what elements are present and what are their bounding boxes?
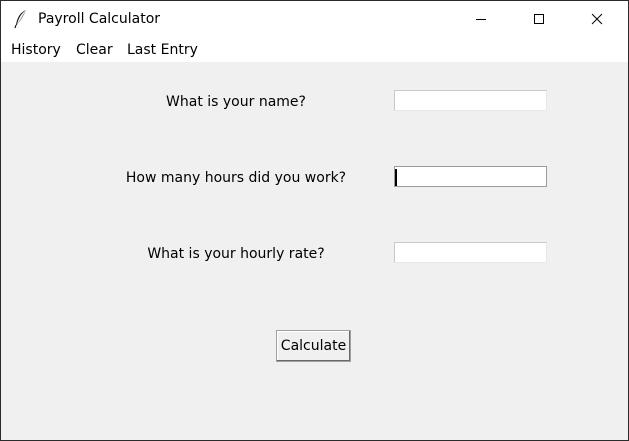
feather-icon <box>14 9 28 29</box>
menu-bar: History Clear Last Entry <box>1 37 628 62</box>
rate-label: What is your hourly rate? <box>147 246 325 262</box>
calculate-button[interactable]: Calculate <box>276 330 351 362</box>
close-icon <box>591 13 603 25</box>
title-bar[interactable]: Payroll Calculator <box>1 1 628 37</box>
text-cursor <box>395 169 397 186</box>
maximize-button[interactable] <box>516 1 562 37</box>
maximize-icon <box>534 14 544 24</box>
window-title: Payroll Calculator <box>38 11 161 27</box>
name-input[interactable] <box>394 90 547 111</box>
hours-label: How many hours did you work? <box>125 170 347 186</box>
minimize-button[interactable] <box>458 1 504 37</box>
menu-item-clear[interactable]: Clear <box>76 42 113 59</box>
menu-item-history[interactable]: History <box>11 42 61 59</box>
rate-input[interactable] <box>394 242 547 263</box>
name-label: What is your name? <box>166 94 306 110</box>
close-button[interactable] <box>574 1 620 37</box>
hours-input[interactable] <box>394 166 547 187</box>
menu-item-last-entry[interactable]: Last Entry <box>127 42 198 59</box>
app-window: Payroll Calculator History Clear Last En… <box>0 0 629 441</box>
minimize-icon <box>476 19 486 20</box>
